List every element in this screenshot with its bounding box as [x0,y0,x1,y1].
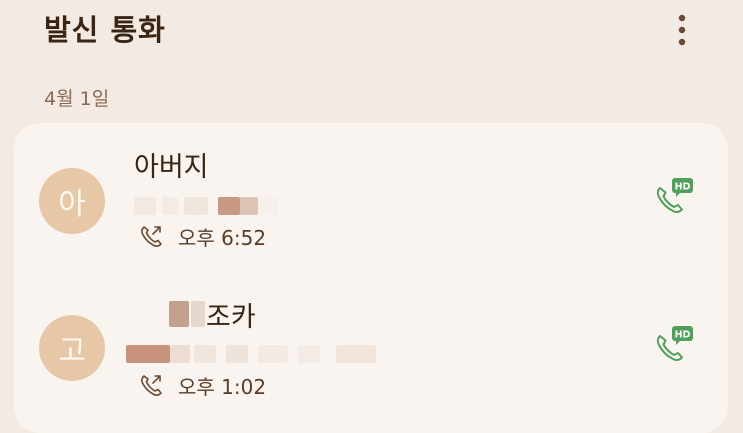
date-section-label: 4월 1일 [44,88,110,110]
call-log-card: 아 아버지 오후 6:52 HD 고 조카 오후 1:02 HD [14,123,728,433]
hd-call-icon: HD [656,178,693,214]
hd-call-icon: HD [656,326,693,362]
contact-name: 조카 [206,302,256,333]
svg-text:HD: HD [675,182,691,193]
redacted-number [126,345,382,363]
avatar: 아 [39,168,105,234]
outgoing-call-icon [138,372,164,398]
app-header: 발신 통화 [0,0,743,70]
hd-call-button[interactable]: HD [652,175,696,219]
call-time: 오후 6:52 [178,225,267,250]
call-time: 오후 1:02 [178,374,267,399]
call-meta: 오후 1:02 [138,370,266,400]
call-log-item[interactable]: 아 아버지 오후 6:52 HD [14,123,728,273]
redacted-name-prefix [169,299,205,329]
outgoing-call-icon [138,223,164,249]
more-options-button[interactable] [665,8,699,52]
svg-text:HD: HD [675,330,691,341]
avatar-initial: 아 [58,187,86,222]
contact-name: 아버지 [134,152,209,183]
call-meta: 오후 6:52 [138,221,266,251]
hd-call-button[interactable]: HD [652,323,696,367]
redacted-number [134,197,284,215]
avatar-initial: 고 [58,334,86,369]
more-vertical-icon [678,14,686,46]
page-title: 발신 통화 [44,13,166,47]
avatar: 고 [39,315,105,381]
